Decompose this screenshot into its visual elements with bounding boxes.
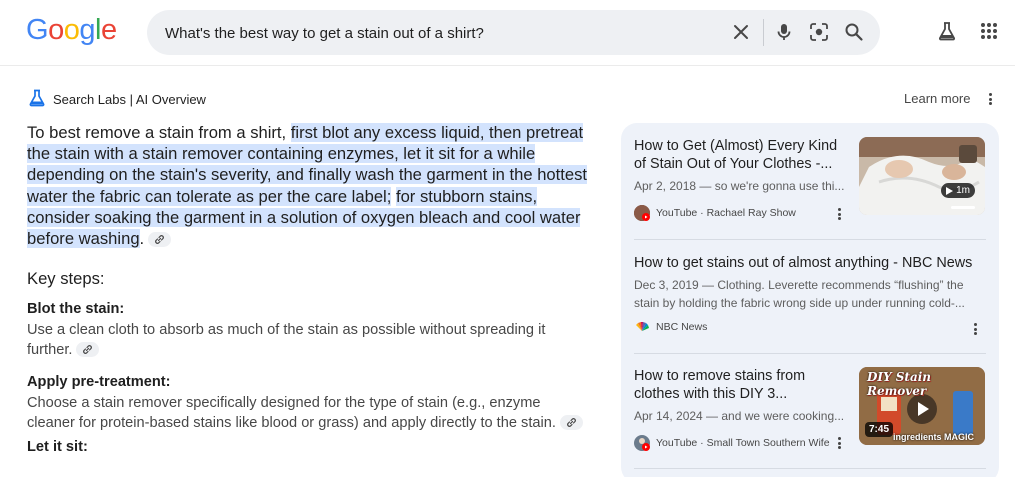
source-more-icon[interactable] bbox=[834, 206, 844, 222]
summary-intro: To best remove a stain from a shirt, bbox=[27, 123, 291, 142]
thumbnail-subcaption: ingredients MAGIC bbox=[893, 432, 975, 442]
source-title[interactable]: How to remove stains from clothes with t… bbox=[634, 367, 846, 403]
step-item: Let it sit: bbox=[27, 439, 587, 455]
nbc-peacock-icon bbox=[634, 319, 650, 335]
step-item: Blot the stain: Use a clean cloth to abs… bbox=[27, 301, 587, 360]
play-icon bbox=[946, 186, 954, 195]
apps-grid-icon[interactable] bbox=[978, 20, 1000, 42]
step-text: Choose a stain remover specifically desi… bbox=[27, 395, 556, 431]
link-icon[interactable] bbox=[76, 342, 100, 358]
ai-summary: To best remove a stain from a shirt, fir… bbox=[27, 122, 588, 249]
ai-overview-label: Search Labs | AI Overview bbox=[53, 91, 206, 107]
channel-avatar-icon bbox=[634, 435, 650, 451]
logo-letter-6: e bbox=[100, 14, 117, 46]
source-title[interactable]: How to Get (Almost) Every Kind of Stain … bbox=[634, 137, 844, 173]
step-body: Use a clean cloth to absorb as much of t… bbox=[27, 321, 587, 360]
close-icon[interactable] bbox=[730, 21, 752, 43]
link-icon[interactable] bbox=[148, 232, 172, 248]
source-attribution[interactable]: NBC News bbox=[634, 319, 707, 335]
top-header: Google bbox=[0, 0, 1015, 66]
logo-letter-2: o bbox=[48, 14, 64, 46]
labs-flask-icon bbox=[28, 89, 46, 110]
video-duration: 1m bbox=[956, 185, 970, 196]
video-progress bbox=[951, 206, 975, 209]
source-name: NBC News bbox=[656, 321, 708, 333]
link-icon[interactable] bbox=[559, 415, 583, 431]
source-snippet: Apr 2, 2018 — so we're gonna use thi... bbox=[634, 179, 845, 193]
step-body: Choose a stain remover specifically desi… bbox=[27, 394, 587, 433]
ai-overview-more-icon[interactable] bbox=[985, 91, 995, 107]
microphone-icon[interactable] bbox=[773, 21, 795, 43]
logo-letter-4: g bbox=[79, 14, 95, 46]
source-title[interactable]: How to get stains out of almost anything… bbox=[634, 254, 986, 272]
source-name: YouTube · Rachael Ray Show bbox=[656, 207, 796, 219]
ai-overview-header: Search Labs | AI Overview bbox=[28, 89, 206, 109]
step-title: Apply pre-treatment: bbox=[27, 374, 171, 391]
source-more-icon[interactable] bbox=[970, 321, 980, 337]
video-thumbnail[interactable]: DIY Stain Remover ingredients MAGIC 7:45 bbox=[859, 367, 985, 445]
search-input[interactable] bbox=[165, 22, 725, 44]
learn-more-link[interactable]: Learn more bbox=[904, 91, 970, 106]
search-divider bbox=[763, 19, 764, 46]
search-icon[interactable] bbox=[843, 21, 865, 43]
channel-avatar-icon bbox=[634, 205, 650, 221]
source-more-icon[interactable] bbox=[834, 435, 844, 451]
ai-overview-content: To best remove a stain from a shirt, fir… bbox=[27, 122, 588, 455]
source-name: YouTube · Small Town Southern Wife bbox=[656, 437, 830, 449]
step-title: Let it sit: bbox=[27, 439, 88, 456]
camera-lens-icon[interactable] bbox=[808, 21, 830, 43]
video-duration-badge: 7:45 bbox=[865, 422, 894, 437]
source-attribution[interactable]: YouTube · Rachael Ray Show bbox=[634, 205, 796, 221]
video-thumbnail[interactable]: 1m bbox=[859, 137, 985, 215]
source-card[interactable]: How to get stains out of almost anything… bbox=[621, 240, 999, 354]
step-text: Use a clean cloth to absorb as much of t… bbox=[27, 322, 546, 358]
logo-letter-1: G bbox=[26, 14, 49, 46]
sources-panel: How to Get (Almost) Every Kind of Stain … bbox=[621, 123, 999, 477]
key-steps-heading: Key steps: bbox=[27, 269, 105, 289]
card-divider bbox=[634, 468, 986, 469]
source-snippet: Apr 14, 2024 — and we were cooking... bbox=[634, 409, 845, 423]
logo-letter-3: o bbox=[63, 14, 80, 46]
search-bar bbox=[147, 10, 880, 55]
source-card[interactable]: How to Get (Almost) Every Kind of Stain … bbox=[621, 123, 999, 240]
source-card[interactable]: How to remove stains from clothes with t… bbox=[621, 354, 999, 469]
flask-icon[interactable] bbox=[936, 20, 958, 42]
video-duration-badge: 1m bbox=[941, 183, 975, 198]
source-attribution[interactable]: YouTube · Small Town Southern Wife bbox=[634, 435, 830, 451]
step-item: Apply pre-treatment: Choose a stain remo… bbox=[27, 374, 587, 433]
video-duration: 7:45 bbox=[869, 424, 890, 435]
summary-end: . bbox=[139, 229, 145, 249]
source-snippet: Dec 3, 2019 — Clothing. Leverette recomm… bbox=[634, 278, 965, 310]
google-logo[interactable]: Google bbox=[26, 14, 117, 47]
thumbnail-caption: DIY Stain Remover bbox=[867, 370, 932, 398]
step-title: Blot the stain: bbox=[27, 301, 125, 318]
